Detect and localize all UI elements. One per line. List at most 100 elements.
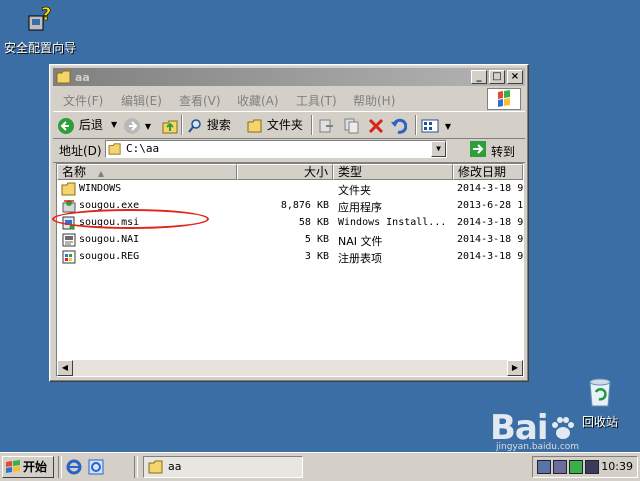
- search-icon: [188, 118, 201, 133]
- address-dropdown-button[interactable]: ▼: [431, 141, 446, 157]
- desktop-icon-label: 安全配置向导: [3, 41, 76, 55]
- title-bar[interactable]: aa _ □ ×: [53, 68, 525, 86]
- file-row[interactable]: sougou.REG 3 KB 注册表项 2014-3-18 9: [57, 249, 523, 266]
- forward-arrow-icon: [124, 117, 140, 134]
- forward-button[interactable]: ▼: [123, 115, 151, 135]
- clock[interactable]: 10:39: [601, 460, 633, 473]
- menu-favorites[interactable]: 收藏(A): [237, 92, 279, 109]
- up-button[interactable]: [161, 115, 179, 135]
- maximize-button[interactable]: □: [489, 70, 505, 84]
- file-name: sougou.NAI: [79, 234, 140, 245]
- file-date: 2014-3-18 9: [457, 251, 523, 262]
- recycle-bin-icon: [589, 378, 611, 407]
- standard-toolbar: 后退 ▼ ▼ 搜索 文件夹 ▼: [53, 111, 525, 139]
- back-dropdown[interactable]: ▼: [111, 115, 117, 135]
- menu-file[interactable]: 文件(F): [63, 92, 103, 109]
- desktop-icon-security-wizard[interactable]: ? 安全配置向导: [0, 4, 80, 56]
- delete-button[interactable]: [367, 115, 385, 135]
- start-button[interactable]: 开始: [2, 456, 54, 478]
- minimize-button[interactable]: _: [471, 70, 487, 84]
- folder-icon: [247, 119, 262, 132]
- network-icon[interactable]: [537, 460, 551, 474]
- file-row[interactable]: WINDOWS 文件夹 2014-3-18 9: [57, 181, 523, 198]
- views-icon: [421, 119, 439, 132]
- menu-tools[interactable]: 工具(T): [296, 92, 337, 109]
- quick-launch-explorer[interactable]: [88, 459, 104, 478]
- folder-icon: [108, 143, 121, 155]
- back-button[interactable]: 后退: [57, 115, 117, 135]
- file-size: 58 KB: [298, 217, 329, 228]
- search-button[interactable]: 搜索: [187, 115, 231, 135]
- file-type: 应用程序: [338, 201, 382, 214]
- file-row[interactable]: sougou.NAI 5 KB NAI 文件 2014-3-18 9: [57, 232, 523, 249]
- system-tray: 10:39: [532, 456, 638, 478]
- windows-flag-icon: [6, 460, 20, 473]
- address-bar: 地址(D) C:\aa ▼ 转到: [53, 138, 525, 163]
- taskbar: 开始 aa 10:39: [0, 452, 640, 481]
- move-to-icon: [319, 119, 333, 132]
- close-button[interactable]: ×: [507, 70, 523, 84]
- scroll-right-button[interactable]: ▶: [507, 360, 523, 376]
- menu-bar: 文件(F) 编辑(E) 查看(V) 收藏(A) 工具(T) 帮助(H): [53, 88, 525, 110]
- undo-icon: [391, 118, 408, 134]
- folder-icon: [61, 182, 76, 196]
- folders-label: 文件夹: [266, 118, 303, 132]
- start-label: 开始: [23, 460, 48, 474]
- copy-to-icon: [344, 118, 359, 133]
- column-header-date[interactable]: 修改日期: [453, 164, 523, 180]
- file-type: NAI 文件: [338, 235, 383, 248]
- toolbar-separator: [181, 115, 183, 135]
- folders-button[interactable]: 文件夹: [247, 115, 303, 135]
- monitor-icon[interactable]: [585, 460, 599, 474]
- search-label: 搜索: [206, 118, 231, 132]
- undo-button[interactable]: [389, 115, 408, 135]
- svg-text:?: ?: [41, 4, 51, 25]
- move-to-button[interactable]: [317, 115, 335, 135]
- watermark-url: jingyan.baidu.com: [496, 442, 580, 452]
- menu-view[interactable]: 查看(V): [179, 92, 221, 109]
- file-size: 3 KB: [304, 251, 329, 262]
- file-date: 2013-6-28 1: [457, 200, 523, 211]
- column-header-size[interactable]: 大小: [237, 164, 333, 180]
- column-header-type[interactable]: 类型: [333, 164, 453, 180]
- delete-x-icon: [368, 118, 384, 133]
- file-date: 2014-3-18 9: [457, 217, 523, 228]
- folder-icon: [56, 70, 71, 84]
- registry-file-icon: [62, 250, 76, 264]
- taskbar-window-label: aa: [168, 460, 182, 473]
- copy-to-button[interactable]: [343, 115, 361, 135]
- folder-up-icon: [162, 120, 178, 133]
- file-type: Windows Install...: [338, 217, 447, 228]
- shield-icon[interactable]: [569, 460, 583, 474]
- toolbar-separator: [311, 115, 313, 135]
- file-type: 文件夹: [338, 184, 371, 197]
- nai-file-icon: [62, 233, 76, 247]
- paw-icon: [551, 417, 574, 439]
- address-input[interactable]: C:\aa ▼: [105, 140, 447, 158]
- column-header-name[interactable]: 名称 ▲: [57, 164, 237, 180]
- sort-arrow-icon: ▲: [97, 169, 104, 178]
- menu-help[interactable]: 帮助(H): [353, 92, 395, 109]
- wizard-icon: ?: [28, 4, 52, 31]
- scroll-left-button[interactable]: ◀: [57, 360, 73, 376]
- go-button[interactable]: 转到: [467, 140, 521, 159]
- horizontal-scrollbar[interactable]: ◀ ▶: [57, 360, 523, 376]
- toolbar-separator: [415, 115, 417, 135]
- file-date: 2014-3-18 9: [457, 183, 523, 194]
- address-label: 地址(D): [59, 144, 102, 158]
- file-type: 注册表项: [338, 252, 382, 265]
- tray-app-icon[interactable]: [553, 460, 567, 474]
- address-value: C:\aa: [126, 142, 160, 155]
- annotation-circle: [52, 209, 209, 229]
- taskbar-window-button[interactable]: aa: [143, 456, 303, 478]
- file-name: WINDOWS: [79, 183, 122, 194]
- explorer-shortcut-icon: [88, 459, 104, 475]
- quick-launch-separator: [134, 456, 138, 478]
- quick-launch-ie[interactable]: [66, 459, 82, 478]
- window-title: aa: [75, 71, 90, 84]
- back-arrow-icon: [58, 117, 74, 134]
- windows-logo-icon: [487, 88, 521, 110]
- file-size: 5 KB: [304, 234, 329, 245]
- menu-edit[interactable]: 编辑(E): [121, 92, 162, 109]
- views-button[interactable]: ▼: [421, 115, 451, 135]
